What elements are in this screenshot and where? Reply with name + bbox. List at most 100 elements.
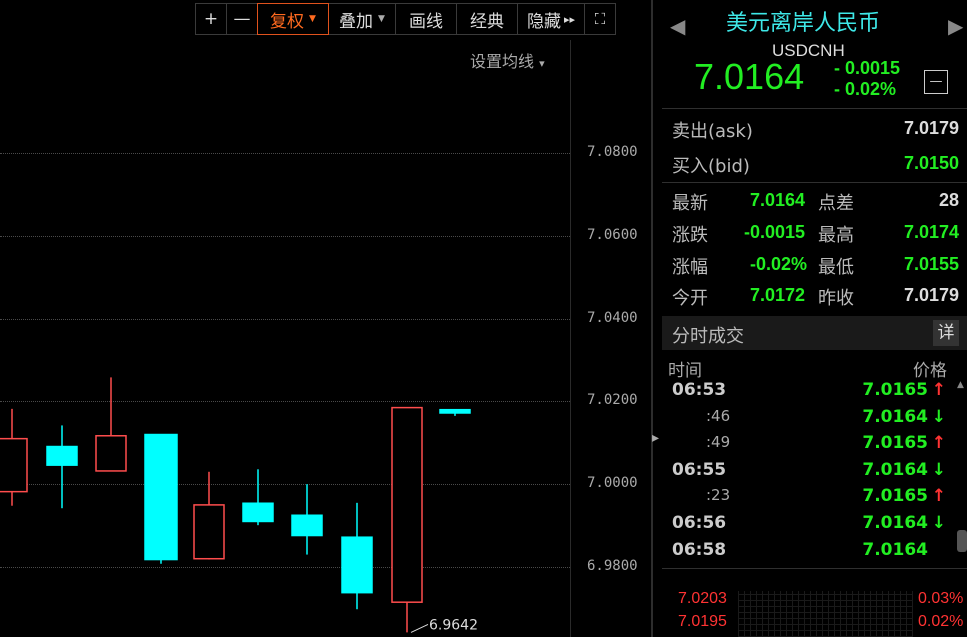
col-price-header: 价格 [913, 361, 947, 381]
draw-line-label: 画线 [409, 11, 443, 32]
zoom-out-button[interactable]: — [226, 3, 258, 35]
low-label: 最低 [818, 257, 854, 278]
latest-value: 7.0164 [750, 190, 806, 210]
arrow-down-icon: ↓ [931, 460, 946, 480]
candle [341, 502, 373, 610]
scroll-up-icon[interactable]: ▲ [957, 380, 967, 390]
hide-label: 隐藏 [526, 11, 561, 32]
high-value: 7.0174 [903, 222, 959, 242]
y-tick-label: 7.0400 [587, 309, 638, 326]
y-tick-label: 6.9800 [587, 558, 638, 574]
tick-seconds: :49 [706, 433, 731, 451]
ticks-title: 分时成交 [672, 326, 744, 347]
prev-close-label: 昨收 [818, 288, 854, 309]
low-value: 7.0155 [903, 254, 959, 274]
fuquan-dropdown[interactable]: 复权 ▼ [257, 3, 329, 35]
arrow-down-icon: ↓ [931, 513, 946, 533]
bid-value: 7.0150 [903, 153, 959, 173]
tick-row: :46 7.0164 ↓ [668, 407, 958, 433]
candle-body [291, 514, 323, 537]
fullscreen-button[interactable]: ⛶ [584, 3, 616, 35]
candle-body [95, 435, 127, 472]
candle-body [46, 445, 78, 466]
change-value: -0.0015 [744, 222, 806, 242]
low-marker-arrow [410, 623, 429, 633]
y-tick-label: 7.0800 [587, 144, 638, 160]
overlay-label: 叠加 [339, 11, 374, 32]
overlay-dropdown[interactable]: 叠加 ▼ [328, 3, 396, 35]
candle [95, 377, 127, 472]
collapse-panel-icon[interactable]: ▸ [652, 430, 659, 446]
high-label: 最高 [818, 225, 854, 246]
tick-time: 06:58 [672, 540, 727, 560]
candle-body [242, 502, 274, 523]
candles-svg: 6.9642 [0, 377, 478, 633]
hide-button[interactable]: 隐藏 ▸▸ [517, 3, 585, 35]
candle [0, 408, 28, 506]
mini-chart [738, 591, 913, 637]
ticks-scrollbar[interactable]: ▲ [957, 380, 967, 570]
tick-price: 7.0165 [862, 433, 928, 453]
candle-body [193, 504, 225, 560]
bid-label: 买入(bid) [672, 156, 750, 177]
tick-row: :49 7.0165 ↑ [668, 433, 958, 459]
quote-panel: ◀ 美元离岸人民币 ▶ USDCNH 7.0164 - 0.0015 - 0.0… [662, 0, 967, 637]
col-time-header: 时间 [668, 361, 702, 381]
spread-value: 28 [938, 190, 959, 210]
arrow-up-icon: ↑ [931, 486, 946, 506]
candle-body [0, 437, 28, 493]
candle-body [341, 536, 373, 594]
candle [242, 469, 274, 526]
tick-price: 7.0164 [862, 460, 928, 480]
candle [193, 471, 225, 560]
minus-icon: — [929, 74, 943, 89]
prev-symbol-icon[interactable]: ◀ [670, 14, 685, 38]
scroll-thumb[interactable] [957, 530, 967, 552]
candle [291, 484, 323, 555]
change-label: 涨跌 [672, 225, 708, 246]
mini-price-2: 7.0195 [678, 613, 727, 630]
panel-divider[interactable] [651, 0, 653, 637]
candle-body [144, 433, 178, 561]
classic-button[interactable]: 经典 [456, 3, 518, 35]
zoom-in-button[interactable]: + [195, 3, 227, 35]
low-marker-label: 6.9642 [429, 617, 478, 633]
tick-seconds: :46 [706, 407, 731, 425]
mini-price-high: 7.0203 [678, 590, 727, 607]
caret-down-icon: ▼ [309, 14, 316, 24]
tick-time: 06:56 [672, 513, 727, 533]
fullscreen-icon: ⛶ [594, 10, 606, 28]
detail-button[interactable]: 详 [933, 320, 959, 346]
divider [662, 182, 967, 183]
arrow-up-icon: ↑ [931, 433, 946, 453]
mini-pct-2: 0.02% [918, 613, 964, 630]
arrow-down-icon: ↓ [931, 407, 946, 427]
ask-value: 7.0179 [903, 118, 959, 138]
mini-pct-high: 0.03% [918, 590, 964, 607]
open-label: 今开 [672, 288, 708, 309]
y-tick-label: 7.0000 [587, 475, 638, 492]
pct-label: 涨幅 [672, 257, 708, 278]
price-change: - 0.0015 [834, 58, 901, 78]
divider [662, 568, 967, 569]
double-arrow-icon: ▸▸ [563, 12, 576, 26]
candle-body [439, 408, 471, 414]
tick-seconds: :23 [706, 486, 731, 504]
plus-icon: + [203, 9, 219, 29]
fuquan-label: 复权 [270, 11, 305, 32]
caret-down-icon: ▼ [378, 14, 385, 24]
draw-line-button[interactable]: 画线 [395, 3, 457, 35]
candle [391, 406, 423, 633]
next-symbol-icon[interactable]: ▶ [948, 14, 963, 38]
price-change-pct: - 0.02% [834, 79, 897, 99]
spread-label: 点差 [818, 193, 854, 214]
symbol-name: 美元离岸人民币 [726, 11, 881, 36]
tick-row: 06:53 7.0165 ↑ [668, 380, 958, 406]
candlestick-chart[interactable]: 7.0800 7.0600 7.0400 7.0200 7.0000 6.9800 6.9… [0, 40, 650, 637]
tick-row: 06:55 7.0164 ↓ [668, 460, 958, 486]
tick-row: 06:56 7.0164 ↓ [668, 513, 958, 539]
collapse-button[interactable]: — [924, 70, 948, 94]
tick-row: :23 7.0165 ↑ [668, 486, 958, 512]
tick-time: 06:53 [672, 380, 727, 400]
tick-price: 7.0165 [862, 380, 928, 400]
